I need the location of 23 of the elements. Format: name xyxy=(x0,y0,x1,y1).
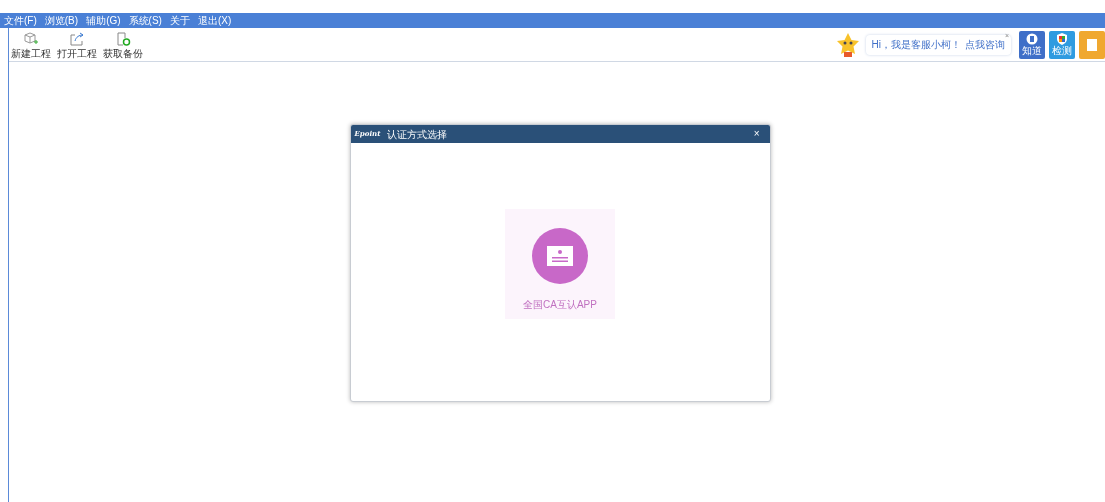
menu-item[interactable]: 系统(S) xyxy=(128,15,162,26)
shield-icon xyxy=(1056,33,1068,45)
menu-item[interactable]: 关于 xyxy=(169,15,190,26)
menu-item[interactable]: 浏览(B) xyxy=(44,15,79,26)
menu-item[interactable]: 文件(F) xyxy=(4,15,37,26)
menu-item[interactable]: 辅助(G) xyxy=(86,15,121,26)
dialog-title: 认证方式选择 xyxy=(387,127,448,142)
document-icon xyxy=(1087,38,1097,51)
close-button[interactable]: × xyxy=(753,129,760,139)
cube-plus-icon xyxy=(23,30,39,47)
toolbar-button[interactable]: 新建工程 xyxy=(11,30,51,59)
export-icon xyxy=(69,30,85,47)
refresh-document-icon xyxy=(115,30,131,47)
option-tile[interactable]: 全国CA互认APP xyxy=(505,209,615,319)
toolbar-button[interactable]: 获取备份 xyxy=(103,30,143,59)
consult-link[interactable]: 点我咨询 xyxy=(965,37,1005,52)
assistant-greeting: Hi，我是客服小柯！ xyxy=(871,38,961,52)
toolbar-button[interactable]: 打开工程 xyxy=(57,30,97,59)
id-card-icon xyxy=(532,228,588,284)
quick-button[interactable]: 知道 xyxy=(1019,30,1045,59)
menu-item[interactable]: 退出(X) xyxy=(197,15,232,26)
quick-button[interactable] xyxy=(1079,30,1105,59)
quick-button[interactable]: 检测 xyxy=(1049,30,1075,59)
